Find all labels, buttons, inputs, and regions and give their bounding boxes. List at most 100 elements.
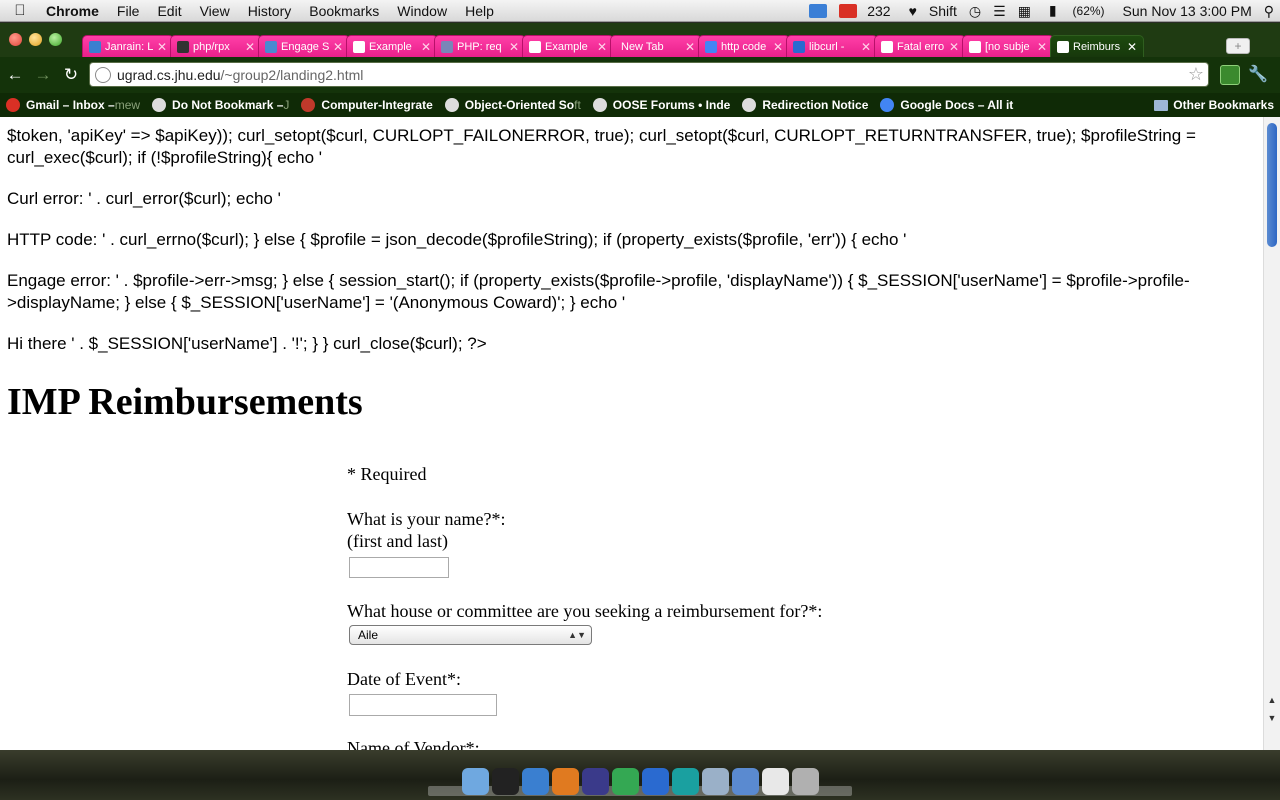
- date-input[interactable]: [349, 694, 497, 716]
- bookmark-label: Computer-Integrate: [321, 98, 433, 112]
- house-select[interactable]: Aile ▲▼: [349, 625, 592, 645]
- spotlight-icon[interactable]: ⚲: [1258, 0, 1280, 22]
- tab-close-icon[interactable]: ✕: [157, 40, 167, 54]
- bookmark-item[interactable]: Object-Oriented So ft: [439, 98, 587, 112]
- menu-bookmarks[interactable]: Bookmarks: [300, 0, 388, 22]
- date-question-label: Date of Event*:: [347, 669, 461, 689]
- tab-title: Fatal erro: [897, 40, 945, 53]
- xcode-icon[interactable]: [731, 768, 759, 795]
- preview-icon[interactable]: [701, 768, 729, 795]
- menu-view[interactable]: View: [191, 0, 239, 22]
- tab[interactable]: Fatal erro ✕: [874, 35, 966, 57]
- terminal-icon[interactable]: [491, 768, 519, 795]
- tab-close-icon[interactable]: ✕: [509, 40, 519, 54]
- tab[interactable]: New Tab ✕: [610, 35, 702, 57]
- wifi-icon[interactable]: ☰: [987, 0, 1012, 22]
- apple-menu-icon[interactable]: : [0, 2, 40, 19]
- forward-button[interactable]: →: [33, 65, 53, 85]
- tab-title: PHP: req: [457, 40, 502, 53]
- itunes-icon[interactable]: [521, 768, 549, 795]
- calendar-icon[interactable]: ▦: [1012, 0, 1037, 22]
- bookmark-item[interactable]: Gmail – Inbox – mew: [0, 98, 146, 112]
- tab-close-icon[interactable]: ✕: [245, 40, 255, 54]
- reload-button[interactable]: ↻: [61, 65, 81, 85]
- chrome-icon[interactable]: [611, 768, 639, 795]
- code-paragraph: Engage error: ' . $profile->err->msg; } …: [7, 271, 1190, 312]
- menu-help[interactable]: Help: [456, 0, 503, 22]
- bookmark-item[interactable]: Do Not Bookmark – J: [146, 98, 295, 112]
- word-icon[interactable]: [641, 768, 669, 795]
- bookmark-label: Do Not Bookmark –: [172, 98, 284, 112]
- window-zoom-button[interactable]: [49, 33, 62, 46]
- arduino-icon[interactable]: [671, 768, 699, 795]
- bookmark-item[interactable]: Redirection Notice: [736, 98, 874, 112]
- bookmark-star-icon[interactable]: ☆: [1188, 64, 1204, 85]
- scroll-up-arrow-icon[interactable]: ▲: [1267, 695, 1277, 705]
- bookmark-item[interactable]: Google Docs – All it: [874, 98, 1019, 112]
- name-hint-label: (first and last): [347, 531, 448, 551]
- tab[interactable]: Example ✕: [346, 35, 438, 57]
- menu-file[interactable]: File: [108, 0, 149, 22]
- clock[interactable]: Sun Nov 13 3:00 PM: [1117, 0, 1258, 22]
- gmail-notifier[interactable]: 232: [833, 0, 902, 22]
- address-bar[interactable]: ugrad.cs.jhu.edu/~group2/landing2.html ☆: [89, 62, 1209, 87]
- tab-close-icon[interactable]: ✕: [861, 40, 871, 54]
- tab-active[interactable]: Reimburs ✕: [1050, 35, 1144, 57]
- tab-title: Engage S: [281, 40, 330, 53]
- back-button[interactable]: ←: [5, 65, 25, 85]
- globe-icon: [444, 98, 459, 112]
- trash-icon[interactable]: [791, 768, 819, 795]
- menu-bar:  Chrome File Edit View History Bookmark…: [0, 0, 1280, 22]
- other-bookmarks-folder[interactable]: Other Bookmarks: [1148, 98, 1280, 112]
- scroll-down-arrow-icon[interactable]: ▼: [1267, 713, 1277, 723]
- tab[interactable]: Engage S ✕: [258, 35, 350, 57]
- input-mode[interactable]: Shift: [923, 0, 963, 22]
- tab[interactable]: Janrain: L ✕: [82, 35, 174, 57]
- new-tab-button[interactable]: +: [1226, 38, 1250, 54]
- menu-edit[interactable]: Edit: [148, 0, 190, 22]
- tab[interactable]: [no subje ✕: [962, 35, 1054, 57]
- name-input[interactable]: [349, 557, 449, 578]
- bookmark-label: Gmail – Inbox –: [26, 98, 115, 112]
- tab[interactable]: libcurl - ✕: [786, 35, 878, 57]
- tab[interactable]: PHP: req ✕: [434, 35, 526, 57]
- menu-window[interactable]: Window: [388, 0, 456, 22]
- window-minimize-button[interactable]: [29, 33, 42, 46]
- tab-title: libcurl -: [809, 40, 845, 53]
- tab-close-icon[interactable]: ✕: [685, 40, 695, 54]
- bookmark-item[interactable]: Computer-Integrate: [295, 98, 438, 112]
- scrollbar-thumb[interactable]: [1267, 123, 1277, 247]
- tab-close-icon[interactable]: ✕: [597, 40, 607, 54]
- tab-title: Janrain: L: [105, 40, 154, 53]
- globe-icon: [95, 66, 111, 83]
- tab-close-icon[interactable]: ✕: [333, 40, 343, 54]
- tab[interactable]: http code ✕: [698, 35, 790, 57]
- menu-app-name[interactable]: Chrome: [40, 0, 108, 22]
- dropbox-icon[interactable]: [803, 0, 833, 22]
- battery-status[interactable]: ▮ (62%): [1037, 0, 1117, 22]
- time-machine-icon[interactable]: ◷: [963, 0, 987, 22]
- evernote-icon[interactable]: ♥: [903, 0, 923, 22]
- bookmark-item[interactable]: OOSE Forums • Inde: [587, 98, 737, 112]
- tab-close-icon[interactable]: ✕: [773, 40, 783, 54]
- tab-close-icon[interactable]: ✕: [1127, 40, 1137, 54]
- wrench-menu-icon[interactable]: 🔧: [1248, 65, 1268, 85]
- tab-close-icon[interactable]: ✕: [421, 40, 431, 54]
- textedit-icon[interactable]: [761, 768, 789, 795]
- tab-close-icon[interactable]: ✕: [949, 40, 959, 54]
- bookmark-label: OOSE Forums • Inde: [612, 98, 731, 112]
- evernote-extension-icon[interactable]: [1220, 65, 1240, 85]
- url-host: ugrad.cs.jhu.edu: [117, 66, 221, 83]
- finder-icon[interactable]: [461, 768, 489, 795]
- favicon-icon: [177, 40, 189, 53]
- vertical-scrollbar[interactable]: ▲ ▼: [1263, 117, 1280, 750]
- eclipse-icon[interactable]: [581, 768, 609, 795]
- favicon-icon: [969, 40, 981, 53]
- tab[interactable]: php/rpx ✕: [170, 35, 262, 57]
- mail-count: 232: [867, 2, 891, 19]
- window-close-button[interactable]: [9, 33, 22, 46]
- menu-history[interactable]: History: [239, 0, 301, 22]
- tab-close-icon[interactable]: ✕: [1037, 40, 1047, 54]
- matlab-icon[interactable]: [551, 768, 579, 795]
- tab[interactable]: Example ✕: [522, 35, 614, 57]
